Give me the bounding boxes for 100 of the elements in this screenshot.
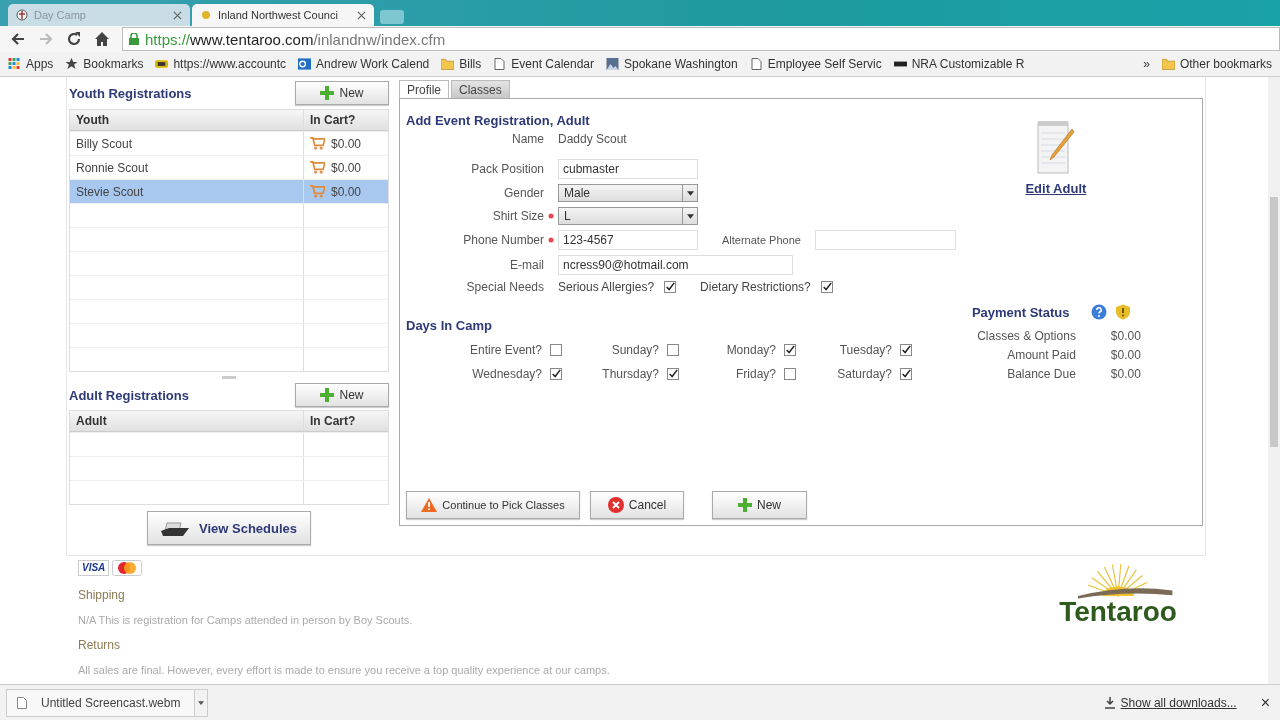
table-cell: Billy Scout xyxy=(70,132,304,155)
tentaroo-logo[interactable]: Tentaroo xyxy=(1059,596,1177,628)
outlook-icon xyxy=(298,58,312,70)
notepad-pencil-icon[interactable] xyxy=(1035,119,1076,175)
cancel-button[interactable]: Cancel xyxy=(590,491,684,519)
bookmark[interactable]: Andrew Work Calend xyxy=(298,57,430,71)
checkbox-label: Thursday? xyxy=(601,367,660,381)
mastercard-icon xyxy=(112,560,143,576)
lock-icon xyxy=(129,33,139,45)
checkbox[interactable] xyxy=(784,368,796,380)
field-label: Shirt Size xyxy=(491,209,544,223)
field-label: Gender xyxy=(502,186,544,200)
new-button[interactable]: New xyxy=(712,491,807,519)
splitter-handle[interactable] xyxy=(222,375,236,379)
caret-icon xyxy=(686,190,694,196)
home-icon[interactable] xyxy=(94,31,110,47)
bookmark[interactable]: Bills xyxy=(441,57,482,71)
dropdown[interactable]: L xyxy=(558,207,698,225)
text-field[interactable]: cubmaster xyxy=(558,159,698,179)
checkbox[interactable] xyxy=(784,344,796,356)
edit-adult-link[interactable]: Edit Adult xyxy=(1025,181,1087,196)
table-cell: $0.00 xyxy=(331,160,362,175)
text-field[interactable] xyxy=(814,230,956,250)
download-item[interactable]: Untitled Screencast.webm xyxy=(6,688,196,717)
plus-icon xyxy=(738,498,752,512)
bookmark[interactable]: NRA Customizable R xyxy=(893,57,1025,71)
close-icon[interactable] xyxy=(357,10,366,20)
checkbox[interactable] xyxy=(900,368,912,380)
help-icon[interactable] xyxy=(1091,304,1108,320)
view-schedules-button[interactable]: View Schedules xyxy=(147,511,311,545)
scrollbar[interactable] xyxy=(1268,77,1280,684)
payment-label: Balance Due xyxy=(1006,366,1076,381)
dropdown[interactable]: Male xyxy=(558,184,698,202)
download-icon xyxy=(1104,696,1115,709)
bookmark[interactable]: Spokane Washington xyxy=(606,57,738,71)
caret-icon xyxy=(198,700,205,705)
new-button[interactable]: New xyxy=(295,81,389,105)
close-button[interactable]: × xyxy=(1260,693,1270,712)
back-icon[interactable] xyxy=(10,31,26,47)
bookmark[interactable]: https://www.accountc xyxy=(155,57,287,71)
checkbox-label: Dietary Restrictions? xyxy=(700,280,811,294)
bookmark[interactable]: Employee Self Servic xyxy=(749,57,882,71)
show-all-downloads-link[interactable]: Show all downloads... xyxy=(1120,695,1237,710)
photo-icon xyxy=(606,58,619,70)
field-label: Name xyxy=(511,132,544,146)
bookmark[interactable]: Bookmarks xyxy=(65,57,144,71)
checkbox-label: Saturday? xyxy=(836,367,893,381)
star-icon xyxy=(65,58,79,70)
payment-label: Amount Paid xyxy=(1006,347,1076,362)
panel-tab[interactable]: Classes xyxy=(451,80,510,98)
footer-heading: Returns xyxy=(78,638,122,652)
sun-icon xyxy=(200,9,212,21)
footer-heading: Shipping xyxy=(78,588,126,602)
checkbox[interactable] xyxy=(667,368,679,380)
form-heading: Add Event Registration, Adult xyxy=(406,113,591,128)
section-title: Adult Registrations xyxy=(69,387,189,403)
download-menu-button[interactable] xyxy=(195,688,209,717)
payment-amount: $0.00 xyxy=(1109,347,1141,362)
checkbox[interactable] xyxy=(664,281,677,293)
payment-amount: $0.00 xyxy=(1109,328,1141,343)
checkbox[interactable] xyxy=(667,344,679,356)
field-label: Pack Position xyxy=(470,162,544,176)
bookmark[interactable]: Event Calendar xyxy=(493,57,594,71)
payment-amount: $0.00 xyxy=(1109,366,1141,381)
close-icon[interactable] xyxy=(173,10,182,20)
reload-icon[interactable] xyxy=(66,31,82,47)
table-row[interactable]: Stevie Scout $0.00 xyxy=(70,179,388,203)
apps-grid-icon xyxy=(8,58,21,70)
panel-tab[interactable]: Profile xyxy=(399,80,449,98)
field-label: Alternate Phone xyxy=(722,234,801,246)
plus-icon xyxy=(320,86,335,100)
checkbox-label: Wednesday? xyxy=(471,367,543,381)
checkbox-label: Tuesday? xyxy=(838,343,893,357)
site-icon xyxy=(155,58,169,70)
plus-icon xyxy=(320,388,335,402)
checkbox[interactable] xyxy=(900,344,912,356)
folder-icon xyxy=(1161,58,1175,70)
checkbox[interactable] xyxy=(820,281,833,293)
column-header: In Cart? xyxy=(309,112,357,129)
text-field[interactable]: 123-4567 xyxy=(558,230,698,250)
footer-text: All sales are final. However, every effort is made to ensure you receive a top quality experience at our camps. xyxy=(78,664,610,676)
table-cell: $0.00 xyxy=(331,184,362,199)
new-button[interactable]: New xyxy=(295,383,389,407)
bookmarks-overflow[interactable]: » xyxy=(1143,57,1150,71)
bookmark[interactable]: Apps xyxy=(8,57,54,71)
address-bar[interactable]: https://www.tentaroo.com/inlandnw/index.cfm xyxy=(122,27,1280,51)
other-bookmarks[interactable]: Other bookmarks xyxy=(1161,57,1272,71)
visa-card-icon: VISA xyxy=(78,560,110,576)
text-field[interactable]: ncress90@hotmail.com xyxy=(558,255,793,275)
checkbox[interactable] xyxy=(550,368,562,380)
shield-warning-icon xyxy=(1115,304,1132,320)
checkbox[interactable] xyxy=(550,344,562,356)
browser-tab[interactable]: Inland Northwest Counci xyxy=(192,4,374,26)
table-row[interactable]: Billy Scout $0.00 xyxy=(70,131,388,155)
field-label: Special Needs xyxy=(465,280,544,294)
file-icon xyxy=(17,696,27,709)
continue-button[interactable]: Continue to Pick Classes xyxy=(406,491,580,519)
cart-icon xyxy=(310,161,325,174)
printer-icon xyxy=(161,519,191,537)
checkbox-label: Entire Event? xyxy=(468,343,543,357)
